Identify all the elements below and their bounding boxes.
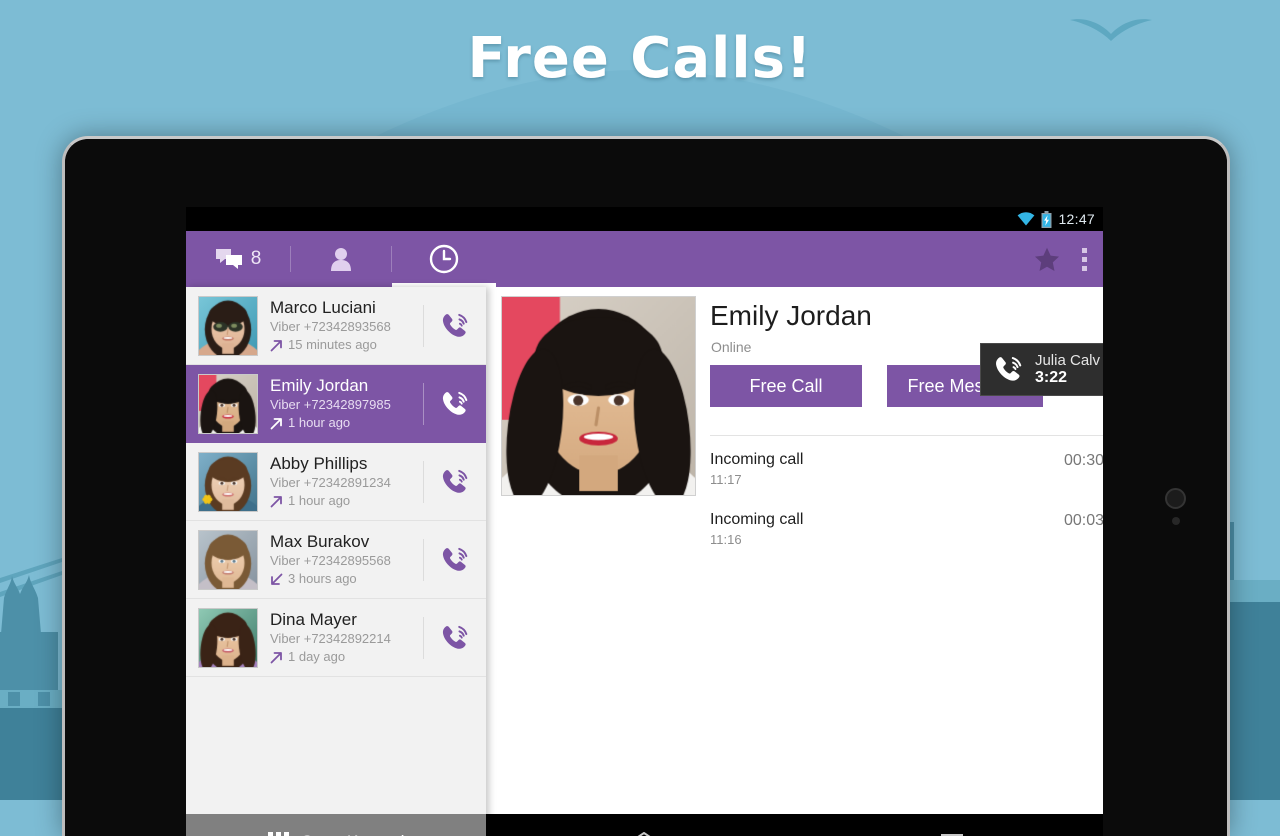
- phone-call-icon: [440, 389, 470, 419]
- call-row-text: Marco LucianiViber +7234289356815 minute…: [258, 297, 423, 354]
- phone-call-icon: [440, 545, 470, 575]
- status-bar-right: 12:47: [1017, 207, 1095, 231]
- call-list-row[interactable]: Marco LucianiViber +7234289356815 minute…: [186, 287, 486, 365]
- call-row-time-wrap: 1 hour ago: [270, 492, 423, 510]
- contact-photo: [501, 296, 696, 496]
- call-row-number: Viber +72342893568: [270, 318, 423, 336]
- call-history-row[interactable]: Incoming call 11:16 00:03: [710, 511, 1103, 547]
- ongoing-call-notification[interactable]: Julia Calv 3:22: [980, 343, 1103, 396]
- call-row-number: Viber +72342892214: [270, 630, 423, 648]
- overflow-menu-icon[interactable]: [1078, 244, 1091, 275]
- wifi-icon: [1017, 212, 1035, 226]
- clock-icon: [429, 244, 459, 274]
- home-icon: [627, 831, 661, 836]
- incoming-call-arrow-icon: [270, 573, 283, 586]
- call-row-text: Abby PhillipsViber +723428912341 hour ag…: [258, 453, 423, 510]
- call-row-time-wrap: 3 hours ago: [270, 570, 423, 588]
- status-clock: 12:47: [1058, 211, 1095, 227]
- row-free-call-button[interactable]: [424, 521, 486, 599]
- row-free-call-button[interactable]: [424, 365, 486, 443]
- outgoing-call-arrow-icon: [270, 339, 283, 352]
- content-area: Marco LucianiViber +7234289356815 minute…: [186, 287, 1103, 836]
- ongoing-call-duration: 3:22: [1035, 369, 1100, 387]
- open-keypad-button[interactable]: Open Keypad: [186, 814, 486, 836]
- call-row-time: 15 minutes ago: [288, 336, 377, 354]
- tab-chats-badge: 8: [251, 248, 262, 270]
- call-list-row[interactable]: Dina MayerViber +723428922141 day ago: [186, 599, 486, 677]
- contact-avatar: [198, 452, 258, 512]
- call-row-name: Marco Luciani: [270, 297, 423, 318]
- person-icon: [330, 247, 352, 271]
- call-history-title: Incoming call: [710, 451, 1103, 469]
- call-row-text: Emily JordanViber +723428979851 hour ago: [258, 375, 423, 432]
- contact-avatar: [198, 296, 258, 356]
- contact-detail-panel: Emily Jordan Online Free Call Free Messa…: [486, 287, 1103, 836]
- promo-title: Free Calls!: [0, 26, 1280, 91]
- outgoing-call-arrow-icon: [270, 651, 283, 664]
- call-history-row[interactable]: Incoming call 11:17 00:30: [710, 451, 1103, 487]
- contact-name: Emily Jordan: [710, 300, 872, 332]
- call-row-number: Viber +72342897985: [270, 396, 423, 414]
- outgoing-call-arrow-icon: [270, 495, 283, 508]
- call-row-time: 1 hour ago: [288, 414, 350, 432]
- tab-calls[interactable]: [392, 231, 496, 287]
- call-history-duration: 00:30: [1064, 452, 1103, 470]
- call-row-text: Max BurakovViber +723428955683 hours ago: [258, 531, 423, 588]
- phone-call-icon: [440, 467, 470, 497]
- status-bar: 12:47: [186, 207, 1103, 231]
- phone-call-icon: [993, 354, 1024, 385]
- call-list-row[interactable]: Emily JordanViber +723428979851 hour ago: [186, 365, 486, 443]
- call-row-time-wrap: 1 hour ago: [270, 414, 423, 432]
- call-list-row[interactable]: Max BurakovViber +723428955683 hours ago: [186, 521, 486, 599]
- device-screen: 12:47 8: [186, 207, 1103, 836]
- outgoing-call-arrow-icon: [270, 417, 283, 430]
- history-divider: [710, 435, 1103, 436]
- ongoing-call-name: Julia Calv: [1035, 352, 1100, 369]
- call-list[interactable]: Marco LucianiViber +7234289356815 minute…: [186, 287, 486, 814]
- recents-icon: [934, 831, 966, 836]
- phone-call-icon: [440, 311, 470, 341]
- action-bar-actions: [1034, 231, 1091, 287]
- phone-call-icon: [440, 623, 470, 653]
- row-free-call-button[interactable]: [424, 599, 486, 677]
- call-row-time: 1 hour ago: [288, 492, 350, 510]
- contact-avatar: [198, 530, 258, 590]
- call-history-title: Incoming call: [710, 511, 1103, 529]
- call-row-time: 1 day ago: [288, 648, 345, 666]
- call-row-name: Dina Mayer: [270, 609, 423, 630]
- call-row-name: Max Burakov: [270, 531, 423, 552]
- home-button[interactable]: [584, 814, 704, 836]
- open-keypad-label: Open Keypad: [301, 832, 405, 836]
- contact-avatar: [198, 608, 258, 668]
- call-row-number: Viber +72342895568: [270, 552, 423, 570]
- row-free-call-button[interactable]: [424, 287, 486, 365]
- free-call-button[interactable]: Free Call: [710, 365, 862, 407]
- battery-charging-icon: [1041, 211, 1052, 228]
- call-row-text: Dina MayerViber +723428922141 day ago: [258, 609, 423, 666]
- recents-button[interactable]: [890, 814, 1010, 836]
- proximity-sensor-icon: [1172, 517, 1180, 525]
- tablet-device: 12:47 8: [62, 136, 1230, 836]
- tab-contacts[interactable]: [291, 231, 391, 287]
- call-list-panel: Marco LucianiViber +7234289356815 minute…: [186, 287, 486, 836]
- call-history-time: 11:16: [710, 532, 1103, 547]
- call-history-duration: 00:03: [1064, 512, 1103, 530]
- star-icon[interactable]: [1034, 247, 1060, 272]
- row-free-call-button[interactable]: [424, 443, 486, 521]
- chat-bubbles-icon: [215, 248, 243, 270]
- call-history-time: 11:17: [710, 472, 1103, 487]
- call-row-time-wrap: 15 minutes ago: [270, 336, 423, 354]
- call-row-time: 3 hours ago: [288, 570, 357, 588]
- tab-chats[interactable]: 8: [186, 231, 290, 287]
- contact-avatar: [198, 374, 258, 434]
- call-row-name: Abby Phillips: [270, 453, 423, 474]
- call-row-number: Viber +72342891234: [270, 474, 423, 492]
- front-camera-icon: [1165, 488, 1186, 509]
- call-row-time-wrap: 1 day ago: [270, 648, 423, 666]
- keypad-grid-icon: [268, 832, 289, 836]
- action-bar: 8: [186, 231, 1103, 287]
- call-row-name: Emily Jordan: [270, 375, 423, 396]
- contact-status: Online: [711, 339, 751, 355]
- call-list-row[interactable]: Abby PhillipsViber +723428912341 hour ag…: [186, 443, 486, 521]
